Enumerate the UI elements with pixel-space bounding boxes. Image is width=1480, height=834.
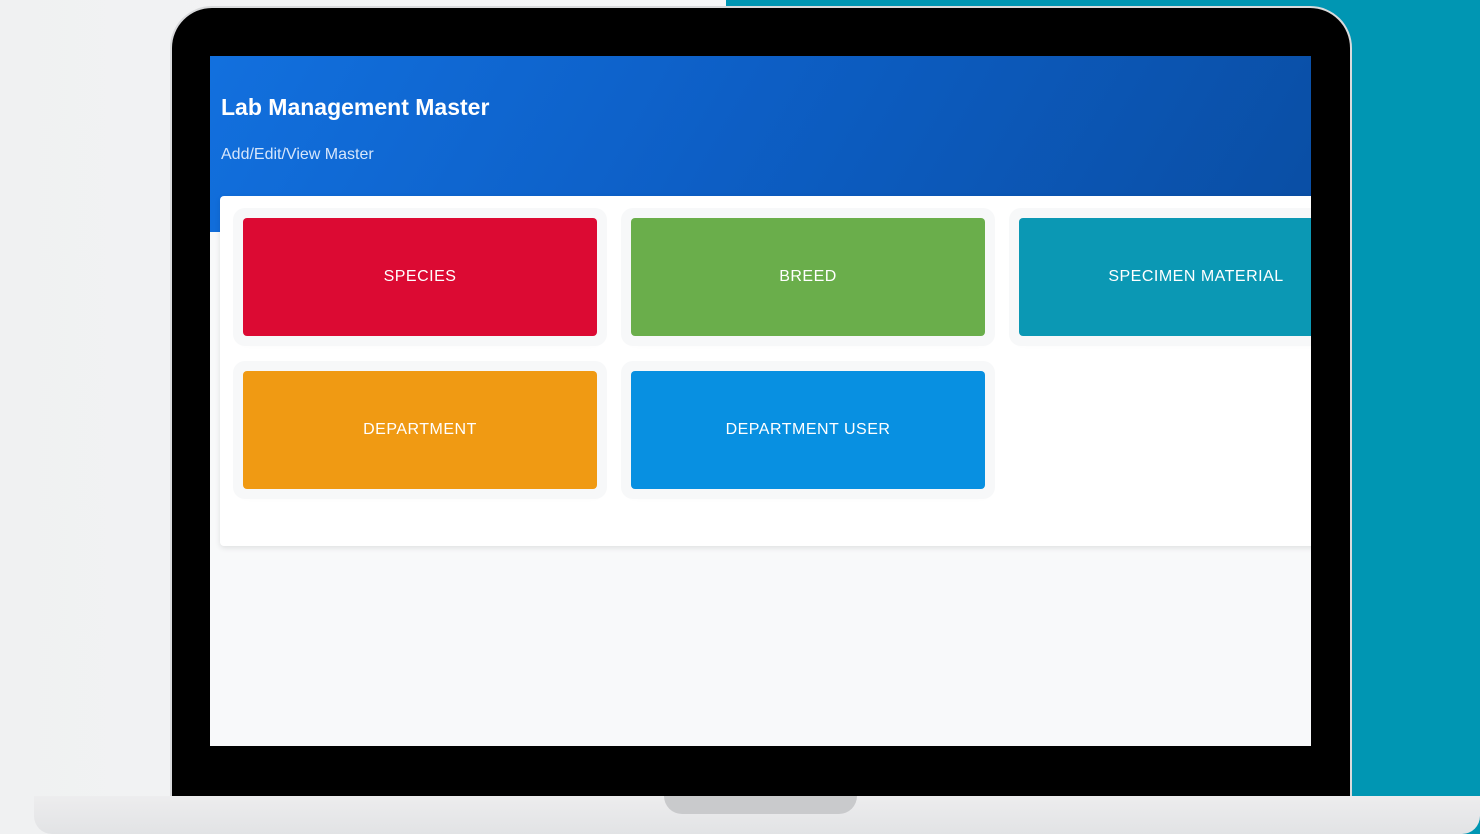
specimen-material-tile-button[interactable]: SPECIMEN MATERIAL (1019, 218, 1311, 336)
breed-tile-button[interactable]: BREED (631, 218, 985, 336)
laptop-notch (664, 796, 857, 814)
page-subtitle: Add/Edit/View Master (221, 146, 374, 163)
species-tile-button[interactable]: SPECIES (243, 218, 597, 336)
page-title: Lab Management Master (221, 94, 490, 120)
app-screen: Lab Management Master Add/Edit/View Mast… (210, 56, 1311, 746)
department-tile-button[interactable]: DEPARTMENT (243, 371, 597, 489)
department-user-tile-button[interactable]: DEPARTMENT USER (631, 371, 985, 489)
master-tiles-panel: SPECIES BREED SPECIMEN MATERIAL DEPARTME… (220, 196, 1311, 546)
